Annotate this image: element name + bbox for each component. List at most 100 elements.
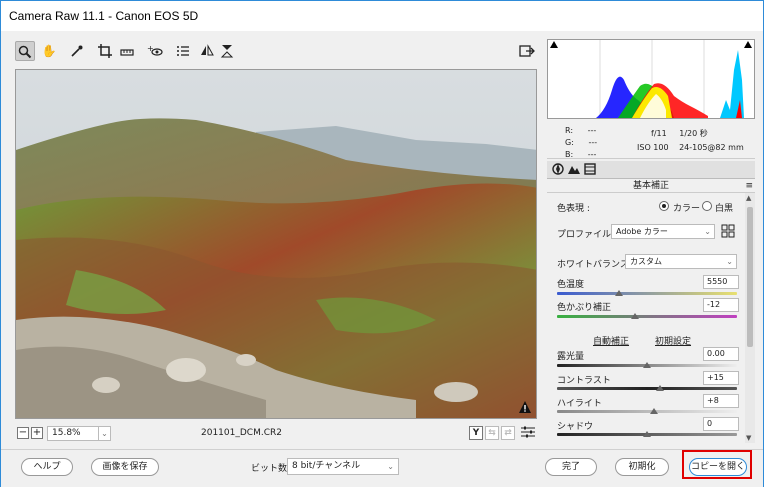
exposure-label: 露光量 xyxy=(557,352,585,362)
temp-slider-thumb[interactable] xyxy=(615,290,623,296)
shadows-slider-thumb[interactable] xyxy=(643,431,651,437)
camera-raw-window: Camera Raw 11.1 - Canon EOS 5D ✋ + − + 1… xyxy=(0,0,764,487)
b-value: --- xyxy=(587,150,597,159)
scroll-down-icon[interactable]: ▼ xyxy=(746,434,751,442)
crop-icon[interactable] xyxy=(95,41,115,61)
bitdepth-value: 8 bit/チャンネル xyxy=(292,461,361,471)
treatment-color-radio[interactable] xyxy=(659,201,669,211)
save-image-button[interactable]: 画像を保存 xyxy=(91,458,159,476)
r-value: --- xyxy=(587,126,597,135)
highlights-label: ハイライト xyxy=(557,399,602,409)
warning-icon[interactable] xyxy=(518,400,532,414)
contrast-label: コントラスト xyxy=(557,376,611,386)
shutter-value: 1/20 秒 xyxy=(679,129,708,138)
treatment-bw-label: 白黒 xyxy=(715,204,734,214)
open-copy-highlight-box xyxy=(682,450,752,479)
treatment-label: 色表現 : xyxy=(557,204,590,214)
tint-field[interactable]: -12 xyxy=(703,298,739,312)
zoom-out-button[interactable]: − xyxy=(17,427,29,439)
swap-before-after-icon[interactable]: ⇆ xyxy=(485,426,499,440)
before-after-y-button[interactable]: Y xyxy=(469,426,483,440)
b-label: B: xyxy=(565,150,574,159)
straighten-icon[interactable] xyxy=(117,41,137,61)
wb-value: カスタム xyxy=(630,257,662,266)
tint-slider-thumb[interactable] xyxy=(631,313,639,319)
tint-slider-track[interactable] xyxy=(557,315,737,318)
panel-title: 基本補正 xyxy=(547,179,755,193)
tab-detail-icon[interactable] xyxy=(583,163,597,177)
exposure-slider-thumb[interactable] xyxy=(643,362,651,368)
wb-label: ホワイトバランス : xyxy=(557,260,635,270)
tint-label: 色かぶり補正 xyxy=(557,303,612,313)
histogram-graph xyxy=(596,40,744,118)
shadow-clipping-icon[interactable] xyxy=(550,41,558,48)
info-readout: R: --- G: --- B: --- f/11 1/20 秒 ISO 100… xyxy=(547,121,755,159)
iso-value: ISO 100 xyxy=(637,143,669,152)
shadows-label: シャドウ xyxy=(557,422,594,432)
panel-menu-icon[interactable]: ≡ xyxy=(745,181,753,191)
bitdepth-select[interactable]: 8 bit/チャンネル ⌄ xyxy=(287,458,399,475)
flip-horizontal-icon[interactable] xyxy=(197,41,217,61)
histogram xyxy=(547,39,755,119)
chevron-down-icon: ⌄ xyxy=(704,227,711,236)
chevron-down-icon: ⌄ xyxy=(726,257,733,266)
profile-value: Adobe カラー xyxy=(616,227,668,236)
landscape-photo xyxy=(16,70,536,418)
done-button[interactable]: 完了 xyxy=(545,458,597,476)
panel-scrollbar[interactable]: ▲ ▼ xyxy=(745,193,755,443)
panel-tabs xyxy=(547,161,755,179)
treatment-bw-radio[interactable] xyxy=(702,201,712,211)
flip-vertical-icon[interactable] xyxy=(217,41,237,61)
filename-label: 201101_DCM.CR2 xyxy=(201,428,282,438)
aperture-value: f/11 xyxy=(651,129,667,138)
help-button[interactable]: ヘルプ xyxy=(21,458,73,476)
svg-text:+: + xyxy=(147,44,154,53)
g-value: --- xyxy=(588,138,598,147)
contrast-slider-thumb[interactable] xyxy=(656,385,664,391)
toolbar: ✋ + xyxy=(11,39,545,63)
highlights-slider-thumb[interactable] xyxy=(650,408,658,414)
red-eye-icon[interactable]: + xyxy=(145,41,165,61)
temp-label: 色温度 xyxy=(557,280,585,290)
contrast-field[interactable]: +15 xyxy=(703,371,739,385)
tab-tone-curve-icon[interactable] xyxy=(567,163,581,177)
zoom-in-button[interactable]: + xyxy=(31,427,43,439)
zoom-icon[interactable] xyxy=(15,41,35,61)
scrollbar-thumb[interactable] xyxy=(747,207,753,347)
hand-icon[interactable]: ✋ xyxy=(39,41,59,61)
status-bar: − + 15.8% ⌄ 201101_DCM.CR2 Y ⇆ ⇄ xyxy=(15,425,539,443)
highlights-slider-track[interactable] xyxy=(557,410,737,413)
zoom-level-field[interactable]: 15.8% xyxy=(47,426,99,441)
list-icon[interactable] xyxy=(173,41,193,61)
lens-value: 24-105@82 mm xyxy=(679,143,744,152)
contrast-slider-track[interactable] xyxy=(557,387,737,390)
title-bar: Camera Raw 11.1 - Canon EOS 5D xyxy=(1,1,763,31)
footer: ヘルプ 画像を保存 ビット数 : 8 bit/チャンネル ⌄ 完了 初期化 コピ… xyxy=(1,449,763,487)
window-title: Camera Raw 11.1 - Canon EOS 5D xyxy=(9,9,199,23)
wb-select[interactable]: カスタム ⌄ xyxy=(625,254,737,269)
chevron-down-icon: ⌄ xyxy=(387,462,394,471)
exposure-field[interactable]: 0.00 xyxy=(703,347,739,361)
profile-label: プロファイル : xyxy=(557,230,617,240)
profile-select[interactable]: Adobe カラー ⌄ xyxy=(611,224,715,239)
reset-button[interactable]: 初期化 xyxy=(615,458,669,476)
tab-basic-icon[interactable] xyxy=(551,163,565,177)
preferences-icon[interactable] xyxy=(521,426,535,440)
image-preview[interactable] xyxy=(15,69,537,419)
highlights-field[interactable]: +8 xyxy=(703,394,739,408)
scroll-up-icon[interactable]: ▲ xyxy=(746,194,751,202)
treatment-color-label: カラー xyxy=(673,204,701,214)
g-label: G: xyxy=(565,138,574,147)
fullscreen-icon[interactable] xyxy=(517,41,537,61)
profile-browser-icon[interactable] xyxy=(721,224,735,238)
temp-slider-track[interactable] xyxy=(557,292,737,295)
eyedropper-icon[interactable] xyxy=(67,41,87,61)
temp-field[interactable]: 5550 xyxy=(703,275,739,289)
copy-settings-icon[interactable]: ⇄ xyxy=(501,426,515,440)
highlight-clipping-icon[interactable] xyxy=(744,41,752,48)
shadows-field[interactable]: 0 xyxy=(703,417,739,431)
auto-link[interactable]: 自動補正 xyxy=(593,334,629,347)
default-link[interactable]: 初期設定 xyxy=(655,334,691,347)
chevron-down-icon[interactable]: ⌄ xyxy=(99,426,111,441)
basic-panel: 基本補正 ≡ 色表現 : カラー 白黒 プロファイル : Adobe カラー ⌄… xyxy=(547,179,755,443)
